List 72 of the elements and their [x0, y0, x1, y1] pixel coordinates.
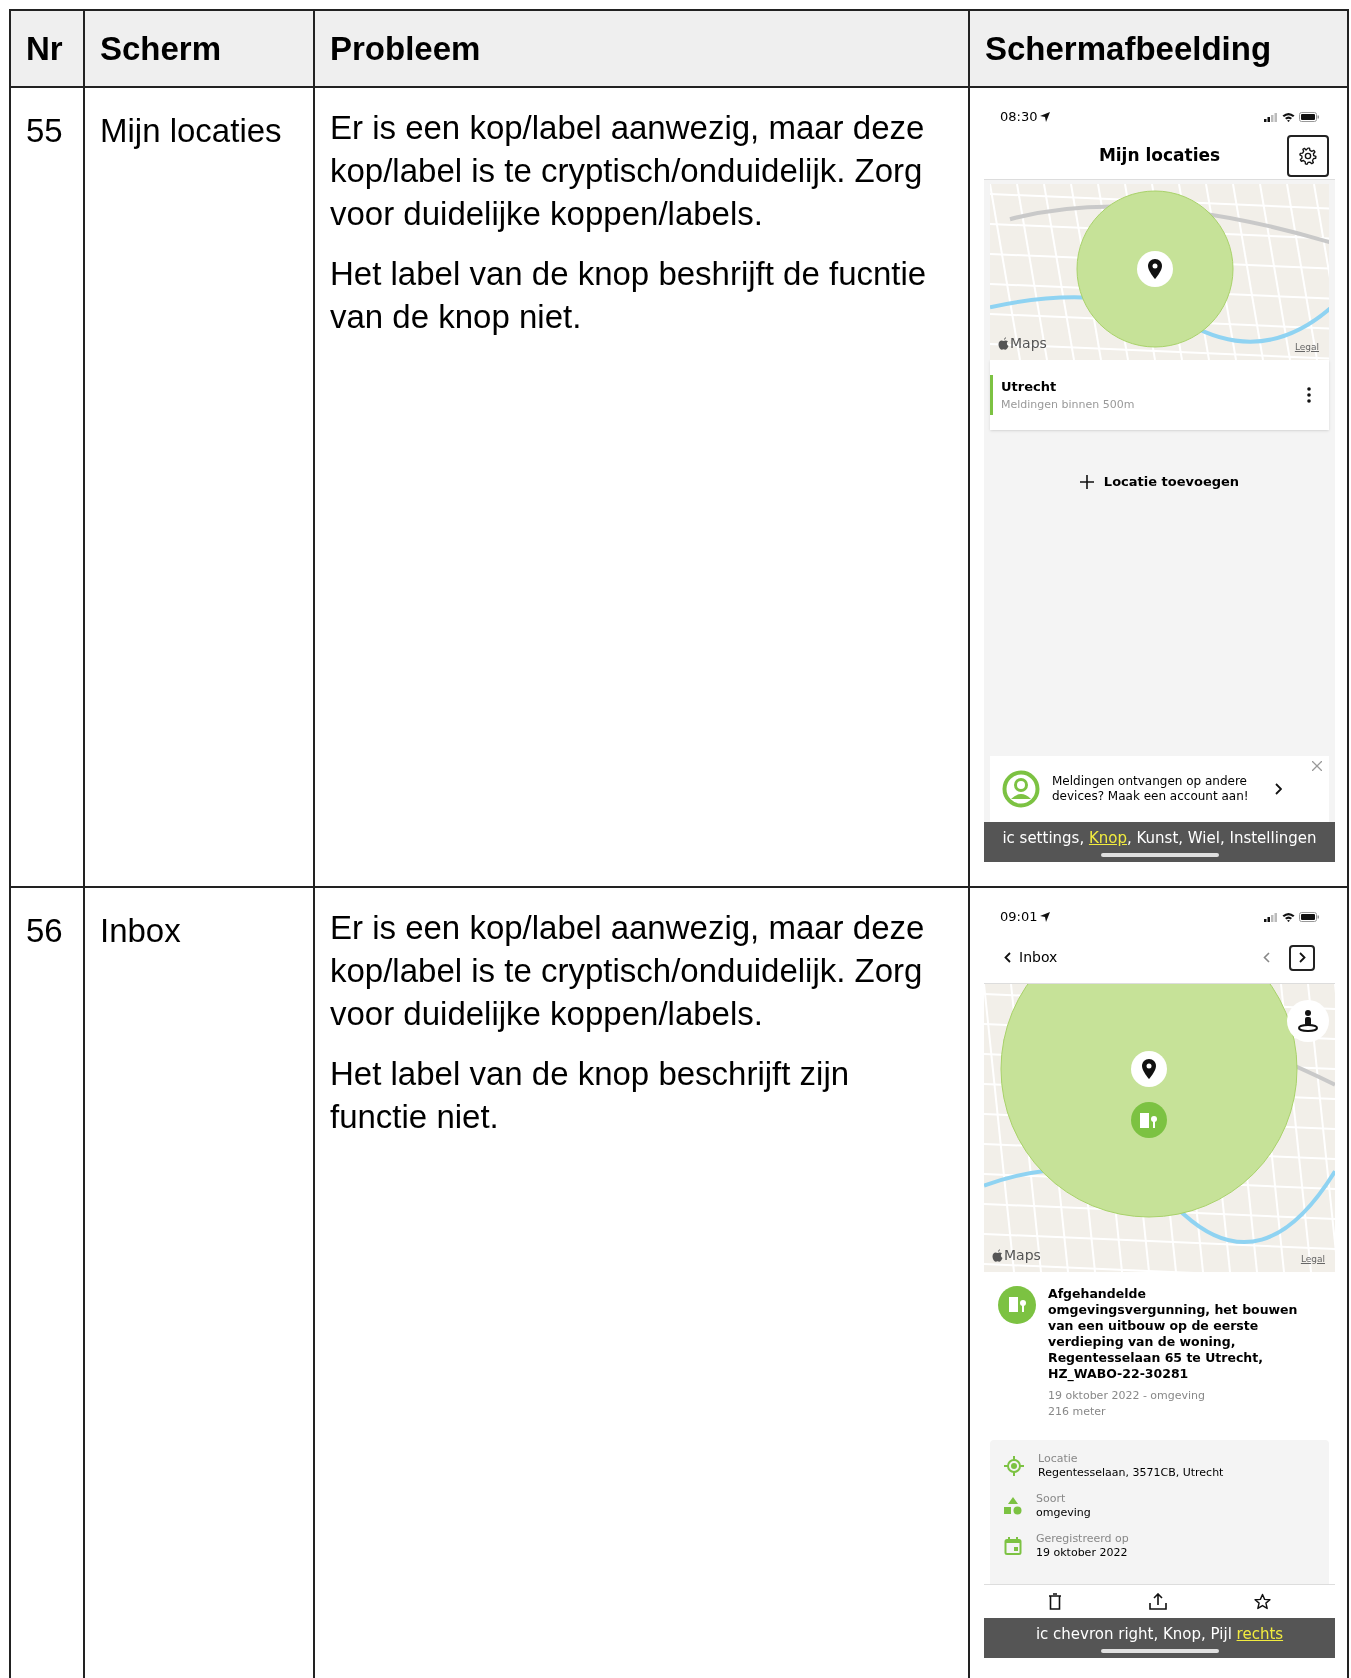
signal-icon	[1264, 112, 1278, 122]
person-icon	[1298, 1010, 1318, 1032]
battery-icon	[1299, 112, 1319, 122]
share-icon	[1149, 1593, 1167, 1610]
item-meta: 19 oktober 2022 - omgeving	[1048, 1388, 1207, 1404]
trash-icon	[1047, 1593, 1062, 1610]
column-header: Schermafbeelding	[985, 28, 1272, 69]
location-card[interactable]: Utrecht Meldingen binnen 500m	[990, 360, 1329, 430]
favorite-button[interactable]	[1254, 1593, 1272, 1610]
chevron-left-icon	[1004, 952, 1011, 963]
problem-text: Er is een kop/label aanwezig, maar deze kop/label is te cryptisch/onduidelijk. Zorg voor duidelijke koppen/labels.	[330, 908, 926, 1034]
location-arrow-icon	[1040, 912, 1051, 922]
shapes-icon	[1004, 1497, 1022, 1515]
wifi-icon	[1282, 912, 1295, 922]
status-time: 08:30	[1000, 108, 1038, 127]
screen-name: Mijn locaties	[100, 112, 282, 149]
pin-icon	[1148, 259, 1162, 279]
star-icon	[1254, 1593, 1272, 1610]
next-button[interactable]	[1289, 944, 1315, 971]
settings-button[interactable]	[1287, 135, 1329, 177]
add-location-button[interactable]: Locatie toevoegen	[1079, 472, 1240, 492]
close-button[interactable]	[1311, 760, 1323, 772]
legal-link[interactable]: Legal	[1294, 340, 1319, 354]
back-button[interactable]: Inbox	[1004, 947, 1058, 968]
item-title: Afgehandelde omgevingsvergunning, het bouwen van een uitbouw op de eerste verdieping van de woning, Regentesselaan 65 te Utrecht, HZ_WABO-22-30281	[1048, 1286, 1299, 1382]
battery-icon	[1299, 912, 1319, 922]
row-number: 55	[26, 112, 63, 149]
status-time: 09:01	[1000, 908, 1038, 927]
row-number: 56	[26, 912, 63, 949]
screen-title: Mijn locaties	[1098, 143, 1221, 167]
caption-text: ic chevron right, Knop, Pijl rechts	[1035, 1624, 1284, 1646]
screen-name: Inbox	[100, 912, 181, 949]
caption-text: ic settings, Knop, Kunst, Wiel, Instellingen	[1002, 828, 1317, 850]
detail-label: Soort	[1036, 1492, 1067, 1506]
detail-value: 19 oktober 2022	[1036, 1546, 1129, 1560]
plus-icon	[1079, 474, 1094, 489]
wifi-icon	[1282, 112, 1295, 122]
problem-text: Er is een kop/label aanwezig, maar deze kop/label is te cryptisch/onduidelijk. Zorg voor duidelijke koppen/labels.	[330, 108, 926, 234]
problem-text: Het label van de knop beshrijft de fucntie van de knop niet.	[330, 254, 928, 337]
user-circle-icon	[1002, 770, 1040, 808]
target-icon	[1004, 1456, 1024, 1476]
location-name: Utrecht	[1001, 378, 1058, 396]
location-subtitle: Meldingen binnen 500m	[1001, 396, 1136, 413]
calendar-icon	[1004, 1537, 1022, 1555]
pin-icon	[1142, 1059, 1156, 1079]
apple-logo-icon	[998, 337, 1009, 350]
building-icon	[998, 1286, 1036, 1324]
account-banner[interactable]: Meldingen ontvangen op andere devices? Maak een account aan!	[990, 756, 1329, 822]
banner-text: Meldingen ontvangen op andere devices? Maak een account aan!	[1052, 774, 1250, 804]
detail-value: omgeving	[1036, 1506, 1091, 1520]
chevron-right-icon	[1298, 952, 1306, 963]
column-header: Scherm	[100, 28, 222, 69]
detail-label: Geregistreerd op	[1036, 1532, 1129, 1546]
legal-link[interactable]: Legal	[1300, 1252, 1325, 1266]
problem-text: Het label van de knop beschrijft zijn functie niet.	[330, 1054, 851, 1137]
map-attribution: Maps	[1004, 1246, 1041, 1265]
share-button[interactable]	[1149, 1593, 1167, 1610]
item-meta: 216 meter	[1048, 1404, 1107, 1420]
apple-logo-icon	[992, 1249, 1003, 1262]
signal-icon	[1264, 912, 1278, 922]
delete-button[interactable]	[1047, 1593, 1062, 1610]
location-arrow-icon	[1040, 112, 1051, 122]
building-icon	[1140, 1112, 1158, 1128]
map-attribution: Maps	[1010, 334, 1047, 353]
detail-value: Regentesselaan, 3571CB, Utrecht	[1038, 1466, 1224, 1480]
chevron-left-icon	[1262, 952, 1270, 963]
more-vertical-icon	[1307, 387, 1311, 403]
chevron-right-icon	[1274, 783, 1282, 795]
column-header: Nr	[26, 28, 63, 69]
column-header: Probleem	[330, 28, 481, 69]
settings-icon	[1299, 147, 1317, 165]
detail-label: Locatie	[1038, 1452, 1079, 1466]
